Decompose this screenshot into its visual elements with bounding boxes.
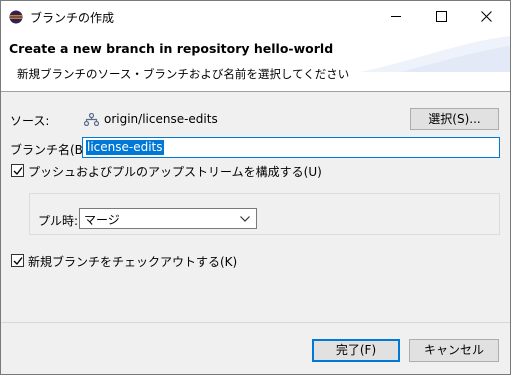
close-icon: [481, 11, 492, 22]
finish-button[interactable]: 完了(F): [312, 339, 400, 362]
remote-branch-icon: [84, 113, 99, 126]
checkout-branch-label: 新規ブランチをチェックアウトする(K): [28, 255, 238, 269]
configure-upstream-checkbox[interactable]: [11, 164, 24, 177]
branch-name-value: license-edits: [86, 140, 164, 155]
minimize-button[interactable]: [374, 1, 419, 32]
window-title: ブランチの作成: [30, 11, 115, 25]
footer-separator: [1, 322, 510, 323]
source-value: origin/license-edits: [104, 112, 218, 126]
maximize-icon: [436, 11, 447, 22]
eclipse-icon: [9, 10, 23, 24]
maximize-button[interactable]: [419, 1, 464, 32]
banner-title: Create a new branch in repository hello-…: [9, 41, 334, 56]
pull-strategy-value: マージ: [84, 213, 120, 227]
branch-name-label: ブランチ名(B):: [10, 143, 92, 157]
checkout-branch-checkbox[interactable]: [11, 254, 24, 267]
select-source-button[interactable]: 選択(S)...: [410, 108, 499, 130]
wizard-banner: Create a new branch in repository hello-…: [1, 32, 510, 92]
branch-name-input[interactable]: license-edits: [82, 137, 500, 158]
banner-decoration: [360, 36, 510, 72]
pull-label: プル時:: [38, 214, 79, 228]
cancel-button[interactable]: キャンセル: [409, 339, 499, 362]
checkmark-icon: [13, 257, 23, 266]
source-label: ソース:: [10, 114, 50, 128]
checkmark-icon: [13, 167, 23, 176]
banner-message: 新規ブランチのソース・ブランチおよび名前を選択してください: [17, 67, 350, 81]
title-bar[interactable]: ブランチの作成: [1, 1, 510, 32]
minimize-icon: [391, 16, 401, 17]
close-button[interactable]: [464, 1, 509, 32]
chevron-down-icon: [240, 216, 250, 222]
create-branch-dialog: ブランチの作成 Create a new branch in repositor…: [0, 0, 511, 375]
pull-strategy-select[interactable]: マージ: [79, 208, 257, 229]
configure-upstream-label: プッシュおよびプルのアップストリームを構成する(U): [28, 165, 322, 179]
